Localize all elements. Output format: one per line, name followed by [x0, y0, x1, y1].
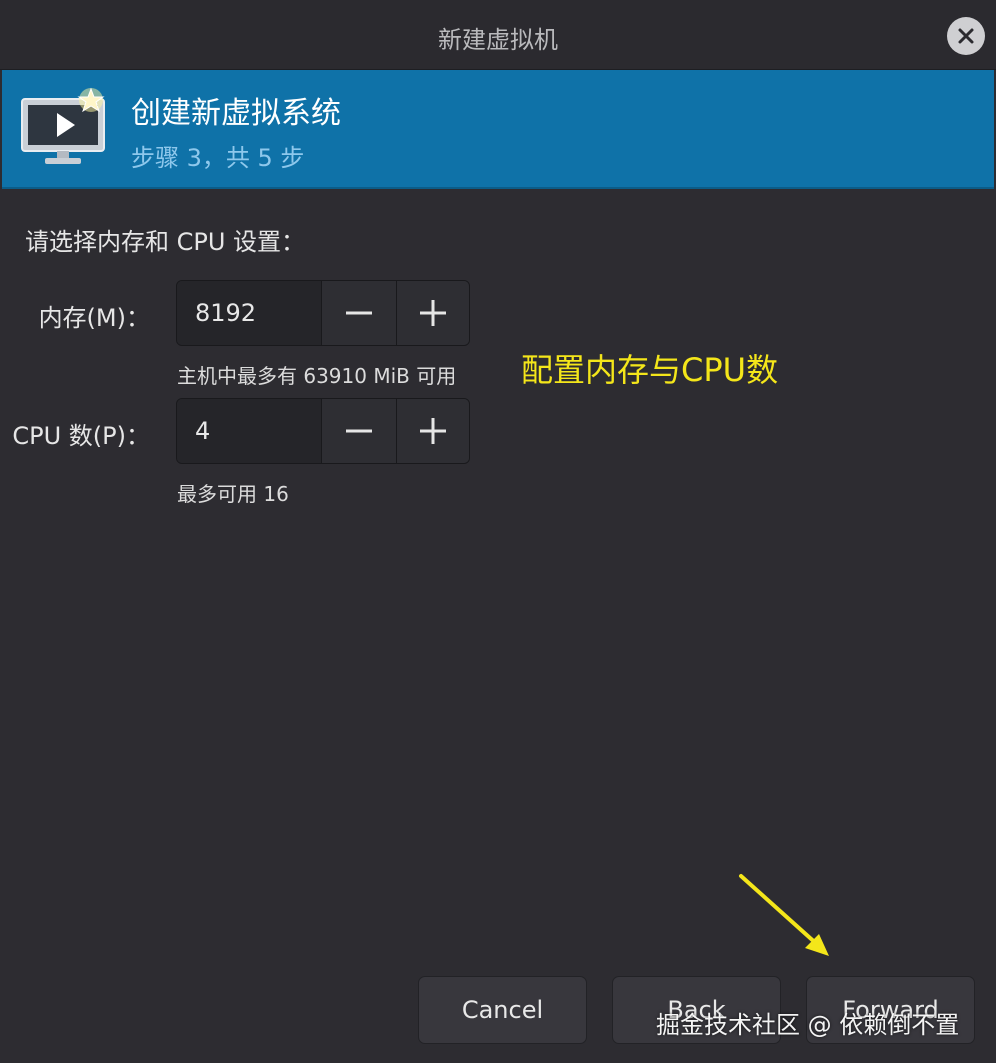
memory-input[interactable]: 8192 — [177, 281, 323, 345]
cpu-input[interactable]: 4 — [177, 399, 323, 463]
cpu-label: CPU 数(P)： — [12, 422, 150, 450]
cancel-button[interactable]: Cancel — [418, 976, 587, 1044]
banner-title: 创建新虚拟系统 — [131, 96, 341, 131]
banner-step: 步骤 3，共 5 步 — [131, 144, 305, 172]
close-icon — [958, 28, 974, 44]
monitor-play-star-icon — [21, 87, 105, 164]
title-bar: 新建虚拟机 — [0, 0, 996, 70]
watermark: 掘金技术社区 @ 依赖倒不置 — [656, 1011, 960, 1039]
cpu-increment-button[interactable] — [395, 399, 469, 463]
memory-label: 内存(M)： — [38, 304, 150, 332]
cpu-decrement-button[interactable] — [322, 399, 396, 463]
annotation-text: 配置内存与CPU数 — [521, 351, 779, 389]
cpu-hint: 最多可用 16 — [177, 482, 289, 506]
close-button[interactable] — [947, 17, 985, 55]
plus-icon — [419, 418, 446, 444]
wizard-banner: 创建新虚拟系统 步骤 3，共 5 步 — [2, 70, 994, 189]
memory-spinner: 8192 — [176, 280, 470, 346]
minus-icon — [345, 311, 372, 315]
plus-icon — [419, 300, 446, 326]
memory-increment-button[interactable] — [395, 281, 469, 345]
memory-decrement-button[interactable] — [322, 281, 396, 345]
annotation-arrow-icon — [739, 874, 829, 956]
form-prompt: 请选择内存和 CPU 设置： — [25, 228, 306, 256]
cpu-spinner: 4 — [176, 398, 470, 464]
memory-hint: 主机中最多有 63910 MiB 可用 — [177, 364, 457, 388]
minus-icon — [345, 429, 372, 433]
window-title: 新建虚拟机 — [438, 26, 558, 54]
